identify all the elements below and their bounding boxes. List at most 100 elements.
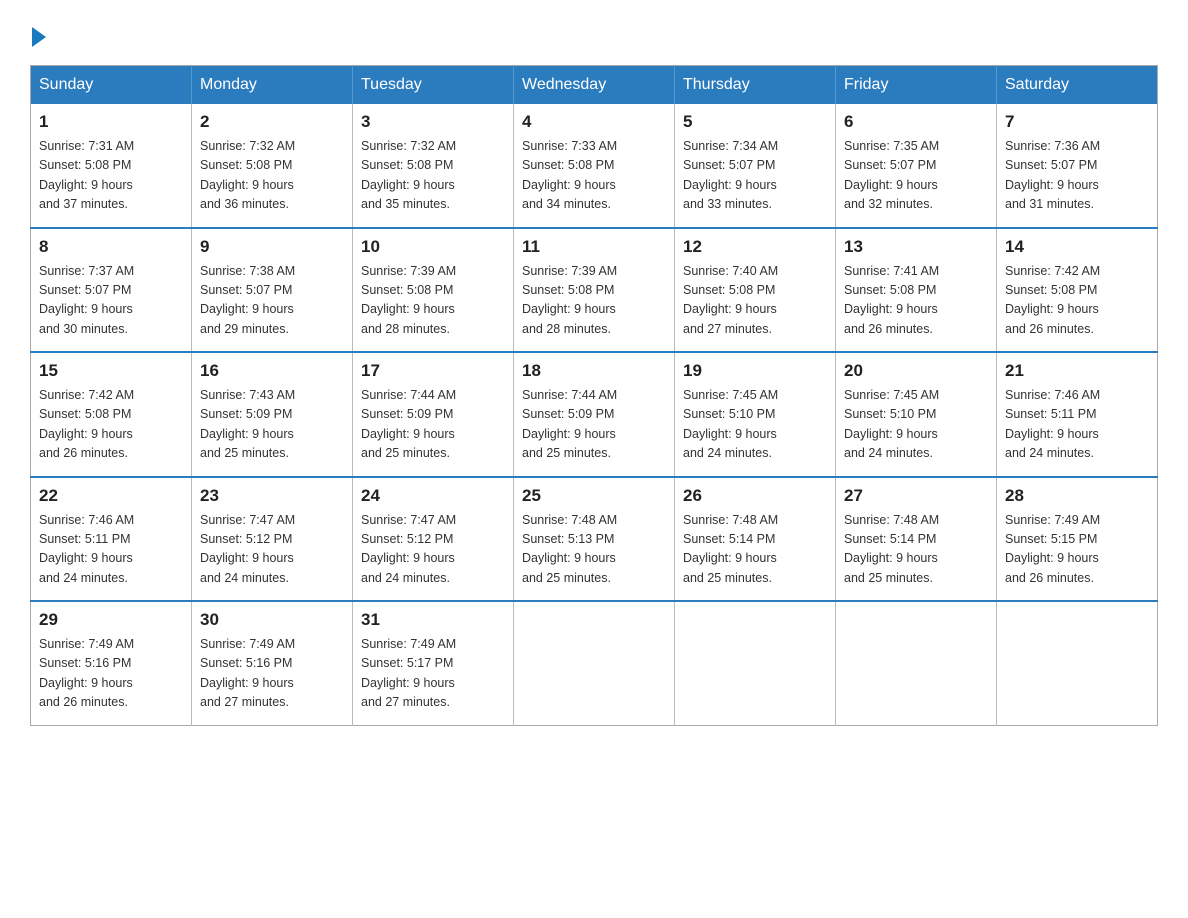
day-number: 6 [844,112,988,132]
day-number: 2 [200,112,344,132]
calendar-cell [514,601,675,725]
calendar-cell: 30 Sunrise: 7:49 AMSunset: 5:16 PMDaylig… [192,601,353,725]
calendar-week-row: 29 Sunrise: 7:49 AMSunset: 5:16 PMDaylig… [31,601,1158,725]
calendar-cell: 16 Sunrise: 7:43 AMSunset: 5:09 PMDaylig… [192,352,353,477]
day-info: Sunrise: 7:39 AMSunset: 5:08 PMDaylight:… [522,264,617,336]
day-info: Sunrise: 7:32 AMSunset: 5:08 PMDaylight:… [361,139,456,211]
day-number: 12 [683,237,827,257]
day-number: 17 [361,361,505,381]
day-info: Sunrise: 7:43 AMSunset: 5:09 PMDaylight:… [200,388,295,460]
day-info: Sunrise: 7:31 AMSunset: 5:08 PMDaylight:… [39,139,134,211]
day-info: Sunrise: 7:45 AMSunset: 5:10 PMDaylight:… [683,388,778,460]
calendar-header-sunday: Sunday [31,66,192,105]
day-number: 26 [683,486,827,506]
calendar-cell: 6 Sunrise: 7:35 AMSunset: 5:07 PMDayligh… [836,104,997,228]
day-number: 20 [844,361,988,381]
calendar-cell [997,601,1158,725]
day-number: 7 [1005,112,1149,132]
calendar-cell: 12 Sunrise: 7:40 AMSunset: 5:08 PMDaylig… [675,228,836,353]
calendar-cell [836,601,997,725]
day-number: 27 [844,486,988,506]
day-number: 15 [39,361,183,381]
calendar-header-friday: Friday [836,66,997,105]
day-info: Sunrise: 7:49 AMSunset: 5:15 PMDaylight:… [1005,513,1100,585]
day-info: Sunrise: 7:44 AMSunset: 5:09 PMDaylight:… [522,388,617,460]
calendar-cell: 11 Sunrise: 7:39 AMSunset: 5:08 PMDaylig… [514,228,675,353]
day-number: 13 [844,237,988,257]
calendar-week-row: 8 Sunrise: 7:37 AMSunset: 5:07 PMDayligh… [31,228,1158,353]
day-number: 5 [683,112,827,132]
day-number: 1 [39,112,183,132]
calendar-cell: 10 Sunrise: 7:39 AMSunset: 5:08 PMDaylig… [353,228,514,353]
day-info: Sunrise: 7:42 AMSunset: 5:08 PMDaylight:… [39,388,134,460]
calendar-header-row: SundayMondayTuesdayWednesdayThursdayFrid… [31,66,1158,105]
day-info: Sunrise: 7:49 AMSunset: 5:17 PMDaylight:… [361,637,456,709]
page-header [30,20,1158,47]
day-number: 16 [200,361,344,381]
day-number: 30 [200,610,344,630]
calendar-cell: 14 Sunrise: 7:42 AMSunset: 5:08 PMDaylig… [997,228,1158,353]
day-info: Sunrise: 7:41 AMSunset: 5:08 PMDaylight:… [844,264,939,336]
calendar-week-row: 1 Sunrise: 7:31 AMSunset: 5:08 PMDayligh… [31,104,1158,228]
day-number: 11 [522,237,666,257]
calendar-cell: 18 Sunrise: 7:44 AMSunset: 5:09 PMDaylig… [514,352,675,477]
day-info: Sunrise: 7:32 AMSunset: 5:08 PMDaylight:… [200,139,295,211]
day-number: 24 [361,486,505,506]
calendar-cell: 15 Sunrise: 7:42 AMSunset: 5:08 PMDaylig… [31,352,192,477]
day-info: Sunrise: 7:48 AMSunset: 5:14 PMDaylight:… [844,513,939,585]
day-info: Sunrise: 7:40 AMSunset: 5:08 PMDaylight:… [683,264,778,336]
calendar-cell: 8 Sunrise: 7:37 AMSunset: 5:07 PMDayligh… [31,228,192,353]
day-info: Sunrise: 7:42 AMSunset: 5:08 PMDaylight:… [1005,264,1100,336]
day-info: Sunrise: 7:35 AMSunset: 5:07 PMDaylight:… [844,139,939,211]
calendar-header-thursday: Thursday [675,66,836,105]
day-info: Sunrise: 7:34 AMSunset: 5:07 PMDaylight:… [683,139,778,211]
day-number: 3 [361,112,505,132]
calendar-header-monday: Monday [192,66,353,105]
calendar-cell: 9 Sunrise: 7:38 AMSunset: 5:07 PMDayligh… [192,228,353,353]
logo-arrow-icon [32,27,46,47]
day-info: Sunrise: 7:47 AMSunset: 5:12 PMDaylight:… [361,513,456,585]
calendar-header-wednesday: Wednesday [514,66,675,105]
day-number: 23 [200,486,344,506]
day-number: 14 [1005,237,1149,257]
calendar-cell: 24 Sunrise: 7:47 AMSunset: 5:12 PMDaylig… [353,477,514,602]
day-number: 9 [200,237,344,257]
day-info: Sunrise: 7:48 AMSunset: 5:13 PMDaylight:… [522,513,617,585]
calendar-cell: 31 Sunrise: 7:49 AMSunset: 5:17 PMDaylig… [353,601,514,725]
day-info: Sunrise: 7:49 AMSunset: 5:16 PMDaylight:… [200,637,295,709]
day-info: Sunrise: 7:46 AMSunset: 5:11 PMDaylight:… [39,513,134,585]
calendar-cell: 5 Sunrise: 7:34 AMSunset: 5:07 PMDayligh… [675,104,836,228]
day-number: 25 [522,486,666,506]
calendar-cell: 1 Sunrise: 7:31 AMSunset: 5:08 PMDayligh… [31,104,192,228]
calendar-table: SundayMondayTuesdayWednesdayThursdayFrid… [30,65,1158,726]
day-info: Sunrise: 7:48 AMSunset: 5:14 PMDaylight:… [683,513,778,585]
calendar-cell: 20 Sunrise: 7:45 AMSunset: 5:10 PMDaylig… [836,352,997,477]
day-number: 18 [522,361,666,381]
calendar-week-row: 22 Sunrise: 7:46 AMSunset: 5:11 PMDaylig… [31,477,1158,602]
day-number: 22 [39,486,183,506]
calendar-cell: 4 Sunrise: 7:33 AMSunset: 5:08 PMDayligh… [514,104,675,228]
calendar-cell: 13 Sunrise: 7:41 AMSunset: 5:08 PMDaylig… [836,228,997,353]
day-info: Sunrise: 7:46 AMSunset: 5:11 PMDaylight:… [1005,388,1100,460]
calendar-cell: 23 Sunrise: 7:47 AMSunset: 5:12 PMDaylig… [192,477,353,602]
day-info: Sunrise: 7:38 AMSunset: 5:07 PMDaylight:… [200,264,295,336]
calendar-cell: 19 Sunrise: 7:45 AMSunset: 5:10 PMDaylig… [675,352,836,477]
calendar-cell [675,601,836,725]
day-info: Sunrise: 7:44 AMSunset: 5:09 PMDaylight:… [361,388,456,460]
day-number: 29 [39,610,183,630]
calendar-week-row: 15 Sunrise: 7:42 AMSunset: 5:08 PMDaylig… [31,352,1158,477]
calendar-cell: 26 Sunrise: 7:48 AMSunset: 5:14 PMDaylig… [675,477,836,602]
day-info: Sunrise: 7:33 AMSunset: 5:08 PMDaylight:… [522,139,617,211]
day-info: Sunrise: 7:39 AMSunset: 5:08 PMDaylight:… [361,264,456,336]
day-info: Sunrise: 7:37 AMSunset: 5:07 PMDaylight:… [39,264,134,336]
calendar-cell: 17 Sunrise: 7:44 AMSunset: 5:09 PMDaylig… [353,352,514,477]
day-info: Sunrise: 7:49 AMSunset: 5:16 PMDaylight:… [39,637,134,709]
day-number: 28 [1005,486,1149,506]
day-number: 21 [1005,361,1149,381]
day-number: 8 [39,237,183,257]
calendar-cell: 28 Sunrise: 7:49 AMSunset: 5:15 PMDaylig… [997,477,1158,602]
calendar-header-saturday: Saturday [997,66,1158,105]
calendar-header-tuesday: Tuesday [353,66,514,105]
calendar-cell: 2 Sunrise: 7:32 AMSunset: 5:08 PMDayligh… [192,104,353,228]
calendar-cell: 21 Sunrise: 7:46 AMSunset: 5:11 PMDaylig… [997,352,1158,477]
